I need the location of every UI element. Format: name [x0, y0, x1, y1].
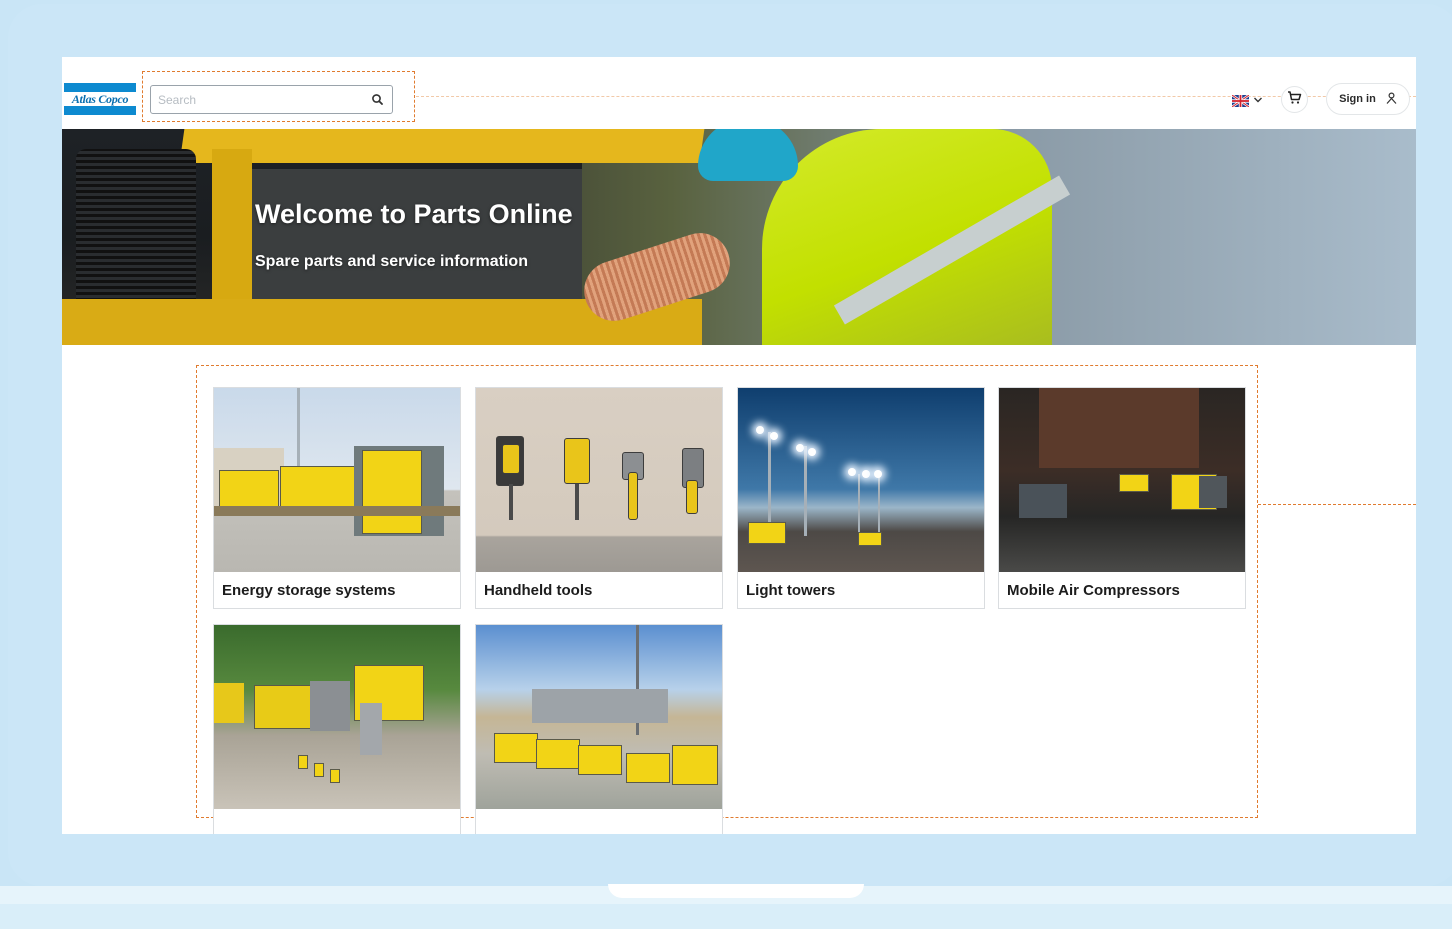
category-card-mobile-air-compressors[interactable]: Mobile Air Compressors [998, 387, 1246, 609]
energy-storage-image [214, 388, 460, 572]
atlas-copco-logo[interactable]: Atlas Copco [64, 83, 136, 115]
sign-in-button[interactable]: Sign in [1326, 83, 1410, 115]
category-card-pumps[interactable] [213, 624, 461, 834]
cart-icon [1287, 90, 1302, 110]
sign-in-label: Sign in [1339, 93, 1376, 105]
search-callout-line [416, 96, 1416, 97]
category-label [214, 809, 460, 834]
browser-screen: Atlas Copco Search Sign in Welcome to Pa… [62, 57, 1416, 834]
category-label [476, 809, 722, 834]
hero-title: Welcome to Parts Online [255, 199, 573, 229]
language-selector[interactable] [1231, 91, 1263, 109]
search-highlight [142, 71, 415, 122]
search-input[interactable] [150, 85, 393, 114]
hero-worker-image [762, 129, 1052, 345]
generators-image [476, 625, 722, 809]
mobile-air-compressors-image [999, 388, 1245, 572]
cart-button[interactable] [1281, 86, 1308, 113]
light-towers-image [738, 388, 984, 572]
pumps-image [214, 625, 460, 809]
category-callout-line [1258, 504, 1416, 505]
hero-subtitle: Spare parts and service information [255, 253, 528, 270]
site-header: Atlas Copco Search Sign in [62, 57, 1416, 129]
user-icon [1386, 91, 1397, 107]
handheld-tools-image [476, 388, 722, 572]
category-card-light-towers[interactable]: Light towers [737, 387, 985, 609]
category-card-generators[interactable] [475, 624, 723, 834]
uk-flag-icon [1231, 94, 1250, 108]
chevron-down-icon [1253, 91, 1263, 109]
category-label: Energy storage systems [222, 581, 396, 599]
category-label: Handheld tools [484, 581, 593, 599]
hero-banner: Welcome to Parts Online Spare parts and … [62, 129, 1416, 345]
search-icon[interactable] [370, 92, 386, 108]
category-card-handheld-tools[interactable]: Handheld tools [475, 387, 723, 609]
laptop-notch [608, 884, 864, 898]
category-label: Light towers [746, 581, 836, 599]
logo-text: Atlas Copco [71, 91, 129, 106]
category-card-energy-storage[interactable]: Energy storage systems [213, 387, 461, 609]
category-label: Mobile Air Compressors [1007, 581, 1180, 599]
